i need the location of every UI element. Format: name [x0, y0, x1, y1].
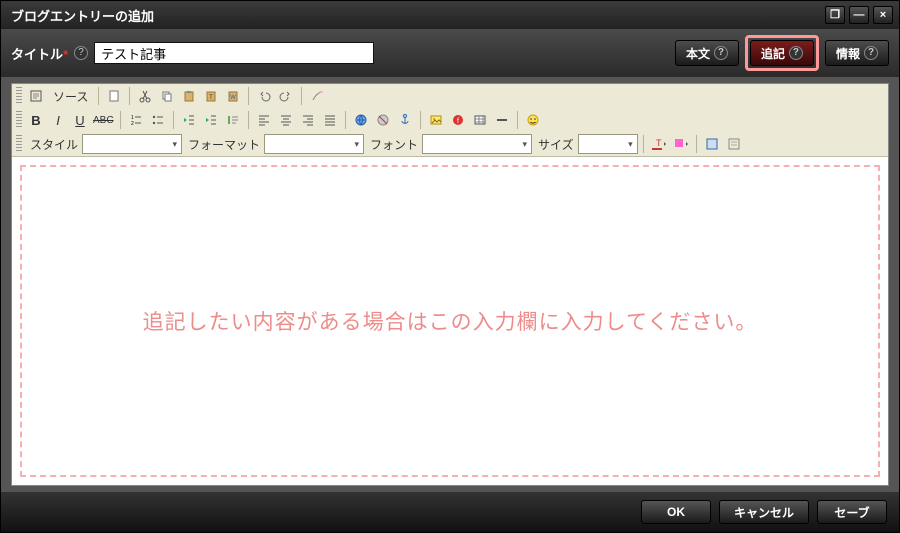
- tab-info[interactable]: 情報 ?: [825, 40, 889, 66]
- chevron-down-icon: ▾: [628, 139, 633, 150]
- strike-button[interactable]: ABC: [92, 110, 115, 130]
- blockquote-icon[interactable]: [223, 110, 243, 130]
- svg-text:T: T: [210, 95, 214, 101]
- svg-text:2: 2: [131, 121, 134, 127]
- cancel-button[interactable]: キャンセル: [719, 500, 809, 524]
- title-label: タイトル*: [11, 44, 68, 63]
- window-title: ブログエントリーの追加: [11, 6, 154, 25]
- remove-format-icon[interactable]: [307, 86, 327, 106]
- underline-button[interactable]: U: [70, 110, 90, 130]
- outdent-icon[interactable]: [179, 110, 199, 130]
- size-select[interactable]: ▾: [578, 134, 638, 154]
- required-mark: *: [63, 47, 68, 62]
- window-close-button[interactable]: ×: [873, 6, 893, 24]
- svg-text:W: W: [231, 95, 237, 101]
- toolbar-gripper: [16, 111, 22, 129]
- header-row: タイトル* ? 本文 ? 追記 ? 情報 ?: [1, 29, 899, 77]
- tab-body-help-icon[interactable]: ?: [714, 46, 728, 60]
- text-color-icon[interactable]: T: [649, 134, 669, 154]
- indent-icon[interactable]: [201, 110, 221, 130]
- flash-icon[interactable]: f: [448, 110, 468, 130]
- table-icon[interactable]: [470, 110, 490, 130]
- show-blocks-icon[interactable]: [724, 134, 744, 154]
- unordered-list-icon[interactable]: [148, 110, 168, 130]
- source-icon[interactable]: [26, 86, 46, 106]
- bold-button[interactable]: B: [26, 110, 46, 130]
- style-select[interactable]: ▾: [82, 134, 182, 154]
- paste-icon[interactable]: [179, 86, 199, 106]
- chevron-down-icon: ▾: [355, 139, 360, 150]
- editor-toolbar: ソース T W: [12, 84, 888, 157]
- chevron-down-icon: ▾: [523, 139, 528, 150]
- window-minimize-button[interactable]: —: [849, 6, 869, 24]
- title-input[interactable]: [94, 42, 374, 64]
- source-button[interactable]: ソース: [48, 86, 93, 106]
- editor-content-area[interactable]: 追記したい内容がある場合はこの入力欄に入力してください。: [20, 165, 880, 477]
- format-label: フォーマット: [188, 136, 260, 153]
- toolbar-gripper: [16, 87, 22, 105]
- style-label: スタイル: [30, 136, 78, 153]
- maximize-editor-icon[interactable]: [702, 134, 722, 154]
- font-select[interactable]: ▾: [422, 134, 532, 154]
- anchor-icon[interactable]: [395, 110, 415, 130]
- title-help-icon[interactable]: ?: [74, 46, 88, 60]
- window-maximize-button[interactable]: ❐: [825, 6, 845, 24]
- unlink-icon[interactable]: [373, 110, 393, 130]
- save-button[interactable]: セーブ: [817, 500, 887, 524]
- smiley-icon[interactable]: [523, 110, 543, 130]
- bg-color-icon[interactable]: [671, 134, 691, 154]
- titlebar: ブログエントリーの追加 ❐ — ×: [1, 1, 899, 29]
- tab-body-label: 本文: [686, 45, 710, 62]
- undo-icon[interactable]: [254, 86, 274, 106]
- redo-icon[interactable]: [276, 86, 296, 106]
- cut-icon[interactable]: [135, 86, 155, 106]
- ok-button[interactable]: OK: [641, 500, 711, 524]
- tab-info-help-icon[interactable]: ?: [864, 46, 878, 60]
- copy-icon[interactable]: [157, 86, 177, 106]
- paste-text-icon[interactable]: T: [201, 86, 221, 106]
- size-label: サイズ: [538, 136, 574, 153]
- svg-text:f: f: [457, 118, 459, 125]
- tab-more[interactable]: 追記 ?: [750, 40, 814, 66]
- tab-more-label: 追記: [761, 45, 785, 62]
- format-select[interactable]: ▾: [264, 134, 364, 154]
- tab-body[interactable]: 本文 ?: [675, 40, 739, 66]
- link-icon[interactable]: [351, 110, 371, 130]
- new-page-icon[interactable]: [104, 86, 124, 106]
- hr-icon[interactable]: [492, 110, 512, 130]
- italic-button[interactable]: I: [48, 110, 68, 130]
- tab-more-highlight: 追記 ?: [745, 35, 819, 71]
- image-icon[interactable]: [426, 110, 446, 130]
- align-left-icon[interactable]: [254, 110, 274, 130]
- chevron-down-icon: ▾: [172, 139, 177, 150]
- font-label: フォント: [370, 136, 418, 153]
- tab-info-label: 情報: [836, 45, 860, 62]
- toolbar-gripper: [16, 135, 22, 153]
- editor-placeholder: 追記したい内容がある場合はこの入力欄に入力してください。: [119, 306, 782, 336]
- paste-word-icon[interactable]: W: [223, 86, 243, 106]
- ordered-list-icon[interactable]: 12: [126, 110, 146, 130]
- align-center-icon[interactable]: [276, 110, 296, 130]
- align-justify-icon[interactable]: [320, 110, 340, 130]
- editor: ソース T W: [11, 83, 889, 486]
- align-right-icon[interactable]: [298, 110, 318, 130]
- footer: OK キャンセル セーブ: [1, 492, 899, 532]
- svg-text:T: T: [656, 138, 662, 148]
- tab-more-help-icon[interactable]: ?: [789, 46, 803, 60]
